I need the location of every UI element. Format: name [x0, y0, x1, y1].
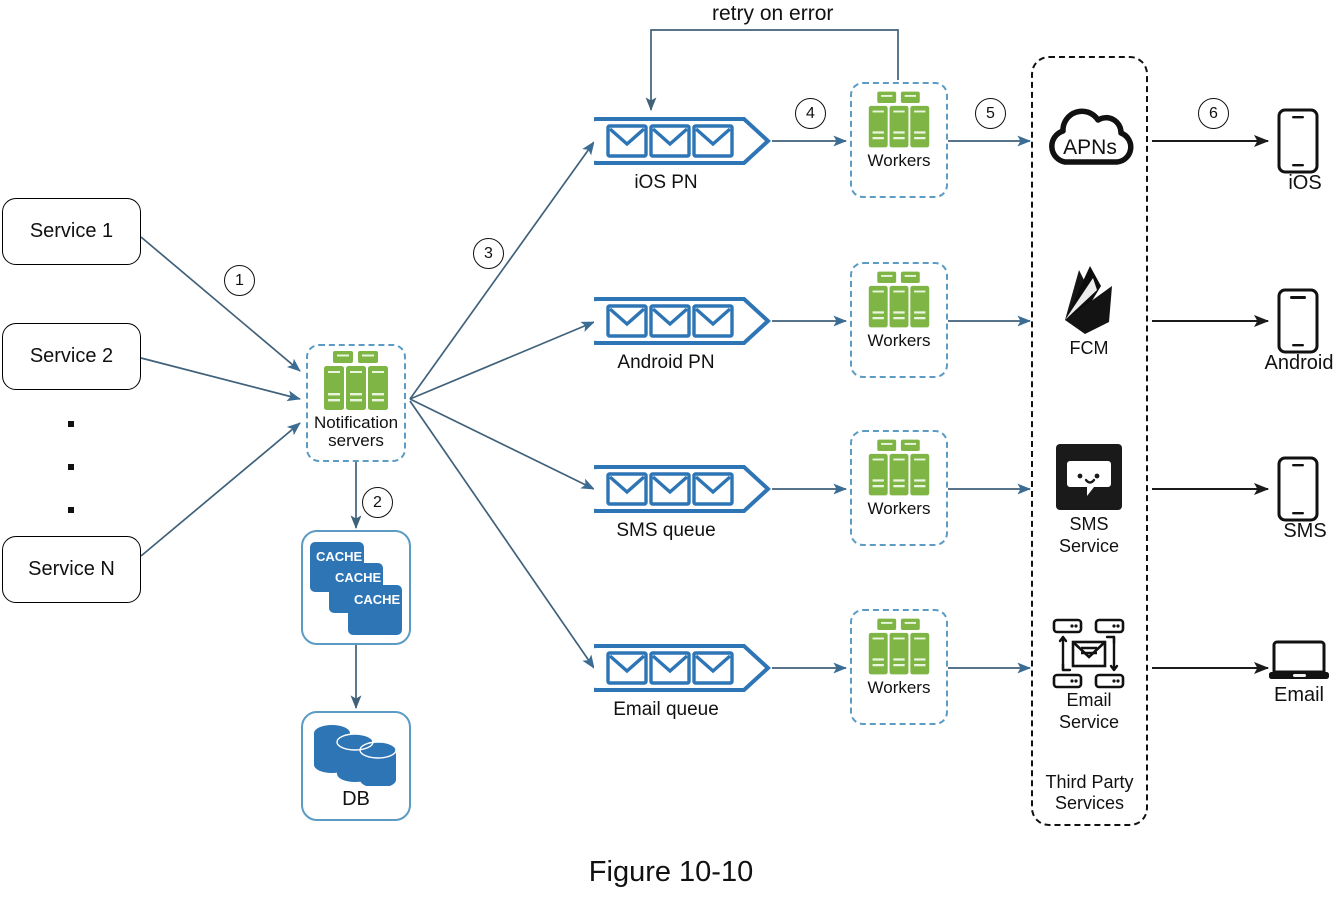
edge-thirdparty-to-devices — [1152, 134, 1270, 675]
workers-group-ios[interactable]: Workers — [850, 82, 948, 198]
queue-sms[interactable]: SMS queue — [573, 458, 774, 541]
edge-serviceN-to-notification — [140, 422, 301, 557]
firebase-fcm-icon — [1065, 266, 1112, 334]
green-server-rack-icon — [868, 91, 930, 148]
device-sms-label: SMS — [1283, 520, 1327, 542]
figure-caption: Figure 10-10 — [588, 856, 754, 888]
step-marker-1: 1 — [224, 265, 255, 296]
step-label: 4 — [806, 104, 815, 122]
sms-service-label-line1: SMS — [1069, 514, 1109, 534]
step-label: 3 — [484, 244, 493, 262]
queue-label: iOS PN — [634, 172, 698, 193]
queue-label: Android PN — [617, 352, 715, 373]
cache-box[interactable]: CACHE CACHE CACHE — [301, 530, 411, 645]
service-box-2[interactable]: Service 2 — [2, 323, 141, 390]
queue-shape — [573, 465, 771, 513]
service-label: Service 1 — [29, 220, 114, 242]
laptop-icon — [1269, 640, 1329, 679]
step-marker-2: 2 — [362, 487, 393, 518]
notification-servers-group[interactable]: Notification servers — [306, 344, 406, 462]
notification-servers-label: Notification servers — [314, 414, 398, 450]
device-sms[interactable] — [1276, 456, 1322, 522]
step-marker-3: 3 — [473, 238, 504, 269]
queue-email[interactable]: Email queue — [573, 637, 774, 720]
queue-label: SMS queue — [616, 520, 716, 541]
cache-stack-icon: CACHE CACHE CACHE — [310, 541, 402, 635]
green-server-rack-icon — [324, 351, 388, 410]
email-service-label-line2: Service — [1058, 712, 1120, 732]
step-marker-6: 6 — [1198, 98, 1229, 129]
sms-service-label-line2: Service — [1058, 536, 1120, 556]
fcm-label: FCM — [1069, 338, 1109, 358]
svg-text:CACHE: CACHE — [354, 592, 401, 607]
edge-service2-to-notification — [140, 357, 301, 402]
service-label: Service N — [28, 558, 115, 580]
db-label: DB — [342, 787, 370, 810]
step-marker-4: 4 — [795, 98, 826, 129]
third-party-sms-service[interactable]: SMS Service — [1056, 444, 1122, 574]
third-party-container-label-line2: Services — [1054, 792, 1125, 813]
queue-android-pn[interactable]: Android PN — [573, 290, 774, 373]
workers-group-sms[interactable]: Workers — [850, 430, 948, 546]
db-box[interactable]: DB — [301, 711, 411, 821]
green-server-rack-icon — [868, 439, 930, 496]
green-server-rack-icon — [868, 618, 930, 675]
workers-group-android[interactable]: Workers — [850, 262, 948, 378]
third-party-container-label: Third Party Services — [1031, 772, 1148, 813]
queue-shape — [573, 117, 771, 165]
step-label: 1 — [235, 271, 244, 289]
workers-group-email[interactable]: Workers — [850, 609, 948, 725]
email-service-label-line1: Email — [1066, 690, 1112, 710]
service-label: Service 2 — [29, 345, 114, 367]
third-party-container-label-line1: Third Party — [1045, 772, 1134, 792]
apns-cloud-icon: APNs — [1049, 108, 1134, 165]
svg-text:CACHE: CACHE — [316, 549, 363, 564]
diagram-canvas: Service 1 Service 2 Service N Notificati… — [0, 0, 1342, 897]
ellipsis-dot — [68, 464, 74, 470]
apns-label: APNs — [1063, 136, 1117, 159]
green-server-rack-icon — [868, 271, 930, 328]
notification-servers-label-line2: servers — [328, 430, 384, 450]
step-marker-5: 5 — [975, 98, 1006, 129]
step-label: 2 — [373, 493, 382, 511]
third-party-email-service[interactable]: Email Service — [1050, 618, 1128, 752]
ellipsis-dot — [68, 507, 74, 513]
ellipsis-dot — [68, 421, 74, 427]
database-cylinders-icon — [314, 724, 397, 786]
smartphone-icon — [1277, 456, 1319, 522]
service-box-1[interactable]: Service 1 — [2, 198, 141, 265]
step-label: 5 — [986, 104, 995, 122]
workers-label: Workers — [867, 678, 931, 697]
email-service-icon — [1052, 618, 1125, 689]
smartphone-icon — [1277, 288, 1319, 354]
edge-workers-to-thirdparty — [944, 135, 1032, 674]
notification-servers-label-line1: Notification — [313, 413, 399, 432]
third-party-apns[interactable]: APNs — [1035, 100, 1145, 182]
device-email-label: Email — [1273, 684, 1324, 706]
queue-ios-pn[interactable]: iOS PN — [573, 110, 774, 193]
retry-on-error-label: retry on error — [712, 2, 834, 25]
workers-label: Workers — [867, 499, 931, 518]
device-email[interactable] — [1268, 638, 1330, 688]
third-party-fcm[interactable]: FCM — [1049, 264, 1129, 360]
device-android-label: Android — [1264, 352, 1334, 374]
edge-service1-to-notification — [140, 236, 301, 372]
workers-label: Workers — [867, 151, 931, 170]
smartphone-icon — [1277, 108, 1319, 174]
sms-chat-icon — [1056, 444, 1122, 510]
device-ios[interactable] — [1276, 108, 1322, 174]
queue-shape — [573, 644, 771, 692]
queue-label: Email queue — [613, 699, 719, 720]
svg-text:CACHE: CACHE — [335, 570, 382, 585]
service-box-n[interactable]: Service N — [2, 536, 141, 603]
step-label: 6 — [1209, 104, 1218, 122]
edge-queues-to-workers — [772, 135, 848, 674]
device-ios-label: iOS — [1288, 172, 1322, 194]
queue-shape — [573, 297, 771, 345]
edge-notification-to-queues — [409, 141, 595, 669]
workers-label: Workers — [867, 331, 931, 350]
device-android[interactable] — [1276, 288, 1322, 354]
